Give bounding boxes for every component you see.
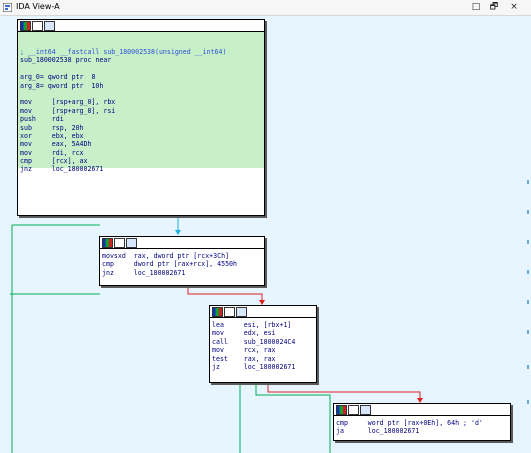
node-header xyxy=(334,404,510,416)
code-line: sub rsp, 20h xyxy=(20,123,84,132)
edge-node3-bottom xyxy=(255,383,331,453)
code-line: sub_180002538 proc near xyxy=(20,56,112,65)
edge-marker xyxy=(527,400,529,404)
code-line: mov [rsp+arg_0], rbx xyxy=(20,98,116,107)
code-line: push rdi xyxy=(20,115,64,124)
code-line: cmp [rcx], ax xyxy=(20,157,88,166)
code-line: ja loc_180002671 xyxy=(336,427,420,436)
arrowhead-node2 xyxy=(175,230,181,235)
code-line: mov edx, esi xyxy=(212,329,276,338)
node-graph-icon[interactable] xyxy=(32,21,43,31)
node-header xyxy=(100,237,264,249)
graph-node-2[interactable]: movsxd rax, dword ptr [rcx+3Ch] cmp dwor… xyxy=(99,236,265,286)
code-line: arg_8= qword ptr 10h xyxy=(20,81,104,90)
node-color-icon[interactable] xyxy=(212,307,223,317)
edge-marker xyxy=(527,365,529,369)
code-line: arg_0= qword ptr 8 xyxy=(20,73,96,82)
graph-node-3[interactable]: lea esi, [rbx+1] mov edx, esi call sub_1… xyxy=(209,305,317,383)
graph-node-entry[interactable]: ; __int64 __fastcall sub_180002538(unsig… xyxy=(17,19,265,216)
node-graph-icon[interactable] xyxy=(348,405,359,415)
edge-marker xyxy=(527,300,529,304)
node-group-icon[interactable] xyxy=(126,238,137,248)
node-group-icon[interactable] xyxy=(360,405,371,415)
code-line: jz loc_180002671 xyxy=(212,362,296,371)
code-line: cmp word ptr [rax+0Eh], 64h ; 'd' xyxy=(336,419,483,427)
code-line: lea esi, [rbx+1] xyxy=(212,321,292,329)
edge-marker xyxy=(527,180,529,184)
code-line: movsxd rax, dword ptr [rcx+3Ch] xyxy=(102,252,230,260)
edge-node2-node3 xyxy=(187,286,263,300)
graph-node-4[interactable]: cmp word ptr [rax+0Eh], 64h ; 'd' ja loc… xyxy=(333,403,511,441)
code-line: mov [rsp+arg_8], rsi xyxy=(20,106,116,115)
edge-marker xyxy=(527,330,529,334)
node-header xyxy=(210,306,316,318)
node-color-icon[interactable] xyxy=(20,21,31,31)
node-group-icon[interactable] xyxy=(44,21,55,31)
code-line: ; __int64 __fastcall sub_180002538(unsig… xyxy=(20,48,227,56)
code-line: jnz loc_180002671 xyxy=(102,268,186,277)
code-line: call sub_1800024C4 xyxy=(212,337,296,346)
edge-marker xyxy=(527,210,529,214)
code-line: mov eax, 5A4Dh xyxy=(20,140,92,149)
edge-marker xyxy=(527,240,529,244)
edge-marker xyxy=(527,270,529,274)
node-group-icon[interactable] xyxy=(236,307,247,317)
node-color-icon[interactable] xyxy=(102,238,113,248)
edge-node3-node4 xyxy=(267,383,421,398)
node-header xyxy=(18,20,264,32)
code-line: cmp dword ptr [rax+rcx], 4550h xyxy=(102,260,237,269)
node-graph-icon[interactable] xyxy=(114,238,125,248)
code-line: xor ebx, ebx xyxy=(20,131,84,140)
node-color-icon[interactable] xyxy=(336,405,347,415)
code-line: jnz loc_180002671 xyxy=(20,165,104,174)
code-line: test rax, rax xyxy=(212,354,276,363)
node-graph-icon[interactable] xyxy=(224,307,235,317)
code-line: mov rdi, rcx xyxy=(20,148,84,157)
code-line: mov rcx, rax xyxy=(212,346,276,355)
